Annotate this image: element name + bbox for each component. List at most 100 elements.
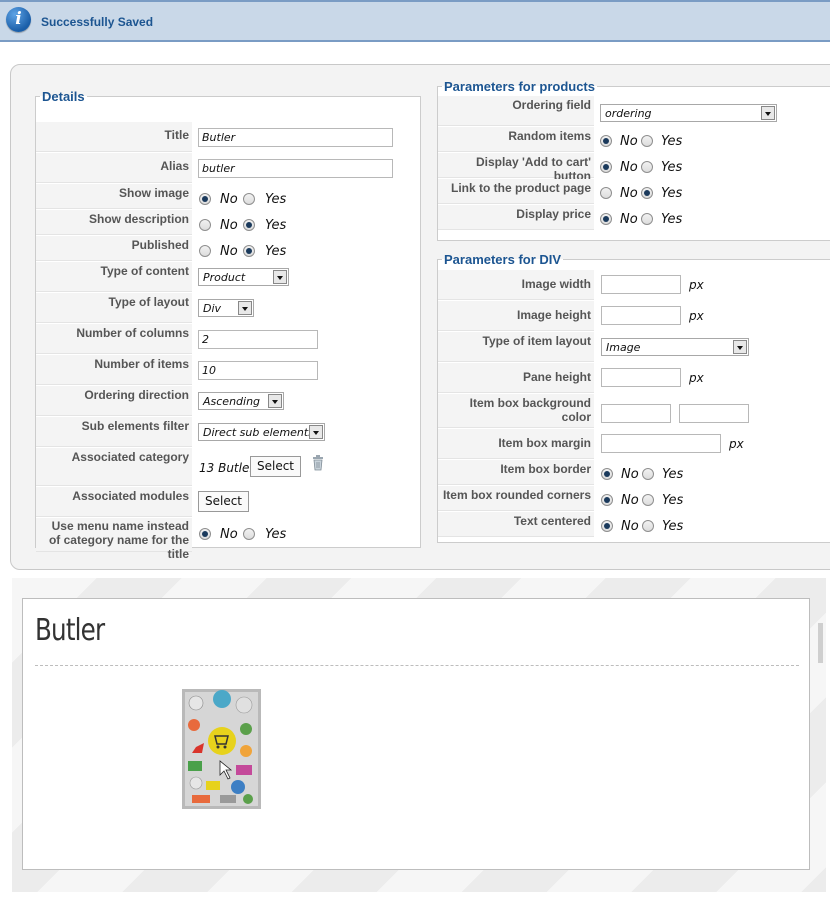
type-content-label: Type of content — [36, 262, 192, 292]
display-price-row: Display price No Yes — [438, 205, 830, 230]
module-preview: Butler — [12, 578, 826, 892]
add-to-cart-no-text: No — [620, 160, 638, 175]
published-yes-text: Yes — [265, 244, 287, 259]
published-row: Published No Yes — [36, 236, 420, 261]
ordering-field-row: Ordering field ordering — [438, 96, 830, 126]
alias-input[interactable]: butler — [198, 159, 393, 178]
rounded-no-text: No — [621, 493, 639, 508]
add-to-cart-yes-radio[interactable] — [641, 161, 653, 173]
ordering-direction-select[interactable]: Ascending — [198, 392, 284, 410]
type-content-row: Type of content Product — [36, 262, 420, 292]
random-items-no-radio[interactable] — [600, 135, 612, 147]
num-items-label: Number of items — [36, 355, 192, 385]
centered-yes-radio[interactable] — [642, 520, 654, 532]
link-product-yes-text: Yes — [661, 186, 683, 201]
rounded-no-radio[interactable] — [601, 494, 613, 506]
link-product-no-text: No — [620, 186, 638, 201]
product-collage-image[interactable] — [182, 689, 261, 809]
margin-label: Item box margin — [438, 429, 594, 459]
link-product-no-radio[interactable] — [600, 187, 612, 199]
show-description-no-text: No — [220, 218, 238, 233]
show-image-yes-radio[interactable] — [243, 193, 255, 205]
pane-height-row: Pane height px — [438, 363, 830, 393]
type-content-select[interactable]: Product — [198, 268, 289, 286]
ordering-field-select[interactable]: ordering — [600, 104, 777, 122]
border-yes-text: Yes — [662, 467, 684, 482]
add-to-cart-yes-text: Yes — [661, 160, 683, 175]
published-no-radio[interactable] — [199, 245, 211, 257]
border-yes-radio[interactable] — [642, 468, 654, 480]
num-items-input[interactable]: 10 — [198, 361, 318, 380]
type-layout-select[interactable]: Div — [198, 299, 254, 317]
show-description-no-radio[interactable] — [199, 219, 211, 231]
show-description-yes-radio[interactable] — [243, 219, 255, 231]
assoc-modules-label: Associated modules — [36, 487, 192, 517]
centered-no-radio[interactable] — [601, 520, 613, 532]
pane-height-unit: px — [689, 371, 704, 385]
chevron-down-icon — [761, 106, 775, 120]
random-items-row: Random items No Yes — [438, 127, 830, 152]
item-layout-select[interactable]: Image — [601, 338, 749, 356]
image-width-row: Image width px — [438, 270, 830, 300]
num-columns-input[interactable]: 2 — [198, 330, 318, 349]
use-menu-no-radio[interactable] — [199, 528, 211, 540]
alias-row: Alias butler — [36, 153, 420, 183]
bg-color-input[interactable] — [601, 404, 671, 423]
scrollbar[interactable] — [818, 623, 823, 663]
published-label: Published — [36, 236, 192, 261]
bg-color-input-2[interactable] — [679, 404, 749, 423]
border-no-radio[interactable] — [601, 468, 613, 480]
type-layout-row: Type of layout Div — [36, 293, 420, 323]
sub-filter-value: Direct sub elements — [203, 426, 314, 439]
add-to-cart-no-radio[interactable] — [600, 161, 612, 173]
margin-unit: px — [729, 437, 744, 451]
rounded-yes-radio[interactable] — [642, 494, 654, 506]
use-menu-label: Use menu name instead of category name f… — [36, 518, 192, 561]
use-menu-yes-radio[interactable] — [243, 528, 255, 540]
centered-row: Text centered No Yes — [438, 512, 830, 537]
select-modules-button[interactable]: Select — [198, 491, 249, 512]
products-legend: Parameters for products — [444, 79, 595, 94]
random-items-no-text: No — [620, 134, 638, 149]
display-price-yes-radio[interactable] — [641, 213, 653, 225]
trash-icon[interactable] — [312, 455, 324, 471]
ordering-field-value: ordering — [605, 107, 652, 120]
use-menu-no-text: No — [220, 527, 238, 542]
image-height-label: Image height — [438, 301, 594, 331]
random-items-yes-text: Yes — [661, 134, 683, 149]
image-height-unit: px — [689, 309, 704, 323]
image-height-row: Image height px — [438, 301, 830, 331]
margin-input[interactable] — [601, 434, 721, 453]
random-items-yes-radio[interactable] — [641, 135, 653, 147]
pane-height-label: Pane height — [438, 363, 594, 393]
message-text: Successfully Saved — [41, 15, 154, 29]
rounded-yes-text: Yes — [662, 493, 684, 508]
published-no-text: No — [220, 244, 238, 259]
sub-filter-select[interactable]: Direct sub elements — [198, 423, 325, 441]
use-menu-yes-text: Yes — [265, 527, 287, 542]
title-row: Title Butler — [36, 122, 420, 152]
assoc-category-value: 13 Butler — [199, 461, 255, 475]
centered-label: Text centered — [438, 512, 594, 537]
show-description-label: Show description — [36, 210, 192, 235]
title-input[interactable]: Butler — [198, 128, 393, 147]
ordering-direction-label: Ordering direction — [36, 386, 192, 416]
details-legend: Details — [42, 89, 85, 104]
sub-filter-label: Sub elements filter — [36, 417, 192, 447]
image-height-input[interactable] — [601, 306, 681, 325]
image-width-input[interactable] — [601, 275, 681, 294]
pane-height-input[interactable] — [601, 368, 681, 387]
show-image-yes-text: Yes — [265, 192, 287, 207]
rounded-row: Item box rounded corners No Yes — [438, 486, 830, 511]
border-label: Item box border — [438, 460, 594, 485]
published-yes-radio[interactable] — [243, 245, 255, 257]
info-icon: i — [6, 7, 31, 32]
select-category-button[interactable]: Select — [250, 456, 301, 477]
link-product-yes-radio[interactable] — [641, 187, 653, 199]
chevron-down-icon — [273, 270, 287, 284]
chevron-down-icon — [309, 425, 323, 439]
preview-divider — [35, 665, 799, 666]
display-price-no-radio[interactable] — [600, 213, 612, 225]
random-items-label: Random items — [438, 127, 594, 152]
show-image-no-radio[interactable] — [199, 193, 211, 205]
